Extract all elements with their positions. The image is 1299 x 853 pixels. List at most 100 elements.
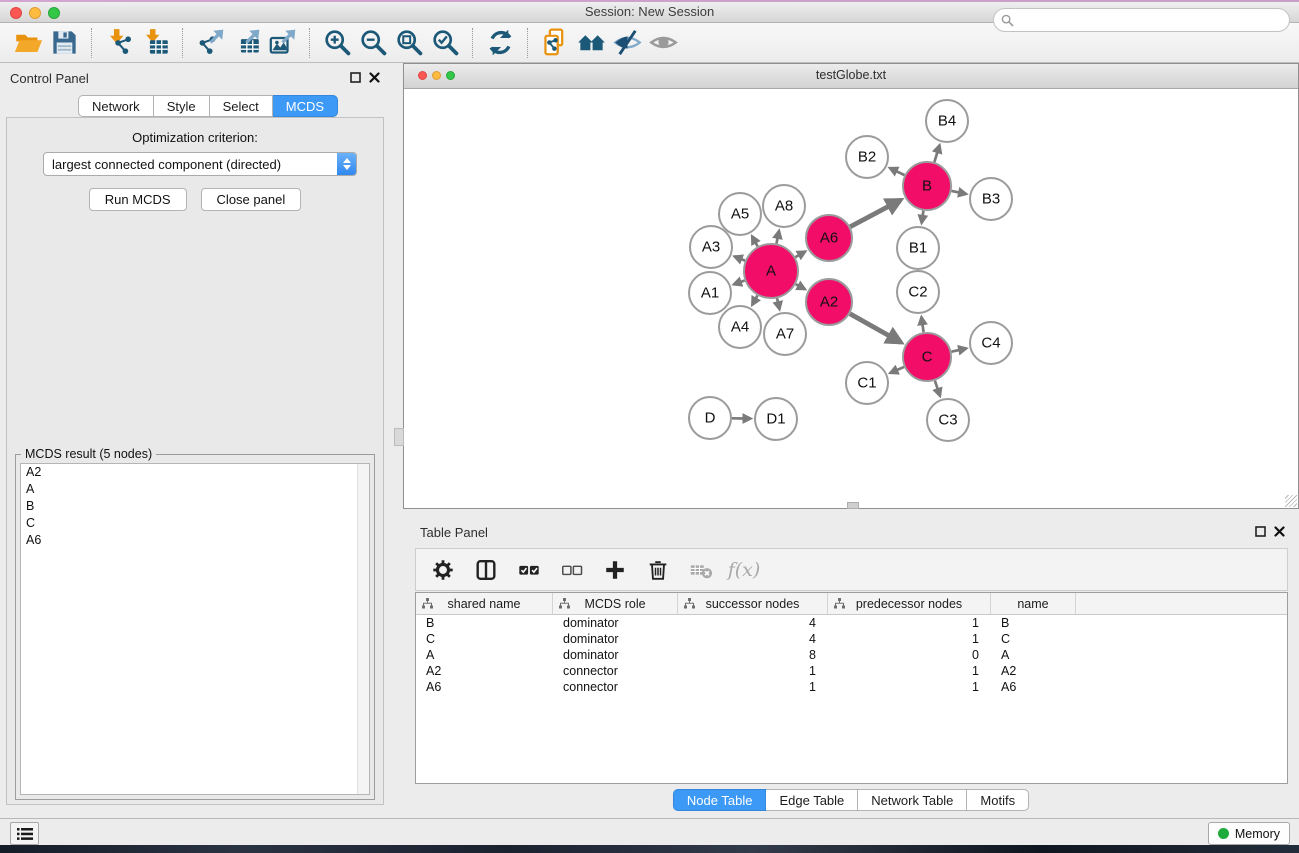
function-builder-icon: f(x) bbox=[728, 559, 761, 581]
edge-C-C4[interactable] bbox=[951, 348, 966, 351]
select-all-button[interactable] bbox=[514, 555, 544, 585]
edge-C-C2[interactable] bbox=[921, 317, 923, 332]
task-history-button[interactable] bbox=[10, 822, 39, 845]
edge-B-B3[interactable] bbox=[951, 191, 966, 194]
node-label-C1: C1 bbox=[857, 375, 876, 392]
delete-entry-button[interactable] bbox=[643, 555, 673, 585]
tab-select[interactable]: Select bbox=[210, 95, 273, 117]
zoom-fit-button[interactable] bbox=[391, 26, 427, 60]
search-field[interactable] bbox=[993, 8, 1290, 32]
mcds-result-items: A2ABCA6 bbox=[21, 464, 369, 549]
function-builder-button[interactable]: f(x) bbox=[729, 555, 759, 585]
edge-B-B1[interactable] bbox=[922, 211, 924, 223]
zoom-selected-button[interactable] bbox=[427, 26, 463, 60]
table-panel-title: Table Panel bbox=[420, 525, 488, 540]
close-table-panel-icon[interactable] bbox=[1274, 526, 1285, 537]
tab-edge-table[interactable]: Edge Table bbox=[766, 789, 858, 811]
column-header-MCDS-role[interactable]: MCDS role bbox=[553, 593, 678, 614]
show-columns-button[interactable] bbox=[471, 555, 501, 585]
result-item[interactable]: B bbox=[21, 498, 369, 515]
network-canvas[interactable]: B4B2BB3A8A5A6A3B1AA1C2A2A4A7C4CC1DD1C3 bbox=[404, 89, 1298, 508]
table-settings-button[interactable] bbox=[428, 555, 458, 585]
edge-A-A3[interactable] bbox=[734, 256, 745, 260]
home-button[interactable] bbox=[573, 26, 609, 60]
add-entry-button[interactable] bbox=[600, 555, 630, 585]
splitter-grip-vertical[interactable] bbox=[394, 428, 404, 446]
tab-mcds[interactable]: MCDS bbox=[273, 95, 338, 117]
refresh-layout-button[interactable] bbox=[482, 26, 518, 60]
unselect-all-button[interactable] bbox=[557, 555, 587, 585]
edge-B-B2[interactable] bbox=[890, 168, 905, 175]
tab-motifs[interactable]: Motifs bbox=[967, 789, 1029, 811]
tab-network[interactable]: Network bbox=[78, 95, 154, 117]
mcds-result-list[interactable]: A2ABCA6 bbox=[20, 463, 370, 795]
result-item[interactable]: C bbox=[21, 515, 369, 532]
criterion-select[interactable]: largest connected component (directed) bbox=[43, 152, 357, 176]
save-session-button[interactable] bbox=[46, 26, 82, 60]
show-hide-button[interactable] bbox=[645, 26, 681, 60]
mcds-result-group: MCDS result (5 nodes) A2ABCA6 bbox=[15, 454, 375, 800]
result-item[interactable]: A2 bbox=[21, 464, 369, 481]
edge-B-B4[interactable] bbox=[934, 145, 939, 162]
delete-table-button[interactable] bbox=[686, 555, 716, 585]
show-columns-icon bbox=[474, 558, 498, 582]
edge-A2-C[interactable] bbox=[850, 314, 901, 343]
search-input[interactable] bbox=[1018, 12, 1289, 28]
table-row[interactable]: A6connector11A6 bbox=[416, 679, 1287, 695]
network-graph[interactable]: B4B2BB3A8A5A6A3B1AA1C2A2A4A7C4CC1DD1C3 bbox=[404, 89, 1298, 508]
node-label-A6: A6 bbox=[820, 230, 838, 247]
edge-A-A7[interactable] bbox=[777, 298, 779, 309]
export-image-button[interactable] bbox=[264, 26, 300, 60]
column-header-successor-nodes[interactable]: successor nodes bbox=[678, 593, 828, 614]
tab-style[interactable]: Style bbox=[154, 95, 210, 117]
import-table-button[interactable] bbox=[137, 26, 173, 60]
toolbar-separator bbox=[309, 28, 310, 58]
edge-A-A1[interactable] bbox=[734, 280, 745, 284]
edge-A-A4[interactable] bbox=[752, 295, 757, 304]
column-header-predecessor-nodes[interactable]: predecessor nodes bbox=[828, 593, 991, 614]
tab-network-table[interactable]: Network Table bbox=[858, 789, 967, 811]
table-cell: connector bbox=[553, 664, 678, 678]
open-file-button[interactable] bbox=[10, 26, 46, 60]
run-mcds-button[interactable]: Run MCDS bbox=[89, 188, 187, 211]
column-header-name[interactable]: name bbox=[991, 593, 1076, 614]
resize-grip-icon[interactable] bbox=[1285, 495, 1297, 507]
zoom-out-button[interactable] bbox=[355, 26, 391, 60]
clone-network-icon bbox=[541, 28, 570, 57]
clone-network-button[interactable] bbox=[537, 26, 573, 60]
edge-A-A2[interactable] bbox=[796, 284, 805, 289]
graphics-details-toggle-button[interactable] bbox=[609, 26, 645, 60]
memory-button[interactable]: Memory bbox=[1208, 822, 1290, 845]
edge-A-A5[interactable] bbox=[752, 236, 758, 246]
node-label-D1: D1 bbox=[766, 411, 785, 428]
edge-C-C1[interactable] bbox=[890, 367, 904, 373]
table-row[interactable]: A2connector11A2 bbox=[416, 663, 1287, 679]
float-panel-icon[interactable] bbox=[350, 72, 361, 83]
splitter-grip-horizontal[interactable] bbox=[847, 502, 859, 509]
show-hide-icon bbox=[649, 28, 678, 57]
result-item[interactable]: A bbox=[21, 481, 369, 498]
table-row[interactable]: Cdominator41C bbox=[416, 631, 1287, 647]
export-network-button[interactable] bbox=[192, 26, 228, 60]
edge-A-A8[interactable] bbox=[776, 231, 779, 244]
result-scrollbar[interactable] bbox=[357, 464, 369, 794]
export-table-button[interactable] bbox=[228, 26, 264, 60]
table-row[interactable]: Bdominator41B bbox=[416, 615, 1287, 631]
close-panel-icon[interactable] bbox=[369, 72, 380, 83]
result-item[interactable]: A6 bbox=[21, 532, 369, 549]
unselect-all-icon bbox=[560, 558, 584, 582]
edge-A-A6[interactable] bbox=[795, 251, 805, 257]
delete-entry-icon bbox=[646, 558, 670, 582]
edge-C-C3[interactable] bbox=[935, 381, 940, 396]
close-panel-button[interactable]: Close panel bbox=[201, 188, 302, 211]
tab-node-table[interactable]: Node Table bbox=[673, 789, 767, 811]
network-window-titlebar[interactable]: testGlobe.txt bbox=[404, 64, 1298, 89]
column-header-shared-name[interactable]: shared name bbox=[416, 593, 553, 614]
table-row[interactable]: Adominator80A bbox=[416, 647, 1287, 663]
float-table-panel-icon[interactable] bbox=[1255, 526, 1266, 537]
edge-A6-B[interactable] bbox=[850, 200, 900, 227]
node-label-A3: A3 bbox=[702, 239, 720, 256]
zoom-in-button[interactable] bbox=[319, 26, 355, 60]
node-table[interactable]: shared nameMCDS rolesuccessor nodesprede… bbox=[415, 592, 1288, 784]
import-network-button[interactable] bbox=[101, 26, 137, 60]
